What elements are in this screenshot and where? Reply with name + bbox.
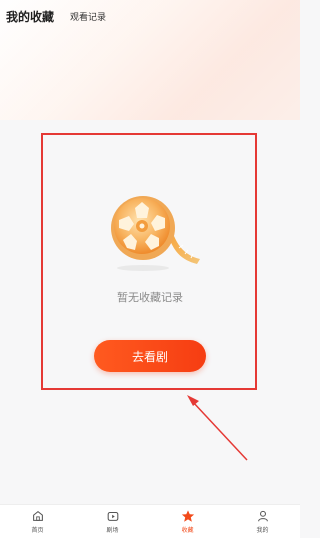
bottom-tab-bar: 首页 剧场 收藏 我的 [0,504,300,538]
tab-label: 我的 [256,527,269,534]
tab-watch-history[interactable]: 观看记录 [70,10,106,23]
tab-label: 收藏 [181,527,194,534]
tab-label: 首页 [31,527,44,534]
tab-favorites[interactable]: 我的收藏 [6,8,54,25]
empty-message: 暂无收藏记录 [117,291,183,304]
favorites-page: 我的收藏 观看记录 暂无收藏记录 去看剧 首页 剧场 收藏 我的 [0,0,300,538]
header-tabs: 我的收藏 观看记录 [0,0,300,32]
tab-label: 剧场 [106,527,119,534]
theater-icon [107,511,118,521]
go-watch-button[interactable]: 去看剧 [94,340,206,372]
star-icon [181,510,194,522]
tab-home[interactable]: 首页 [13,509,63,534]
profile-icon [257,510,268,522]
annotation-arrow-icon [187,395,248,461]
tab-favorites-bottom[interactable]: 收藏 [163,509,213,534]
home-icon [32,510,43,521]
tab-profile[interactable]: 我的 [238,509,288,534]
film-reel-icon [111,196,200,271]
tab-theater[interactable]: 剧场 [88,509,138,534]
